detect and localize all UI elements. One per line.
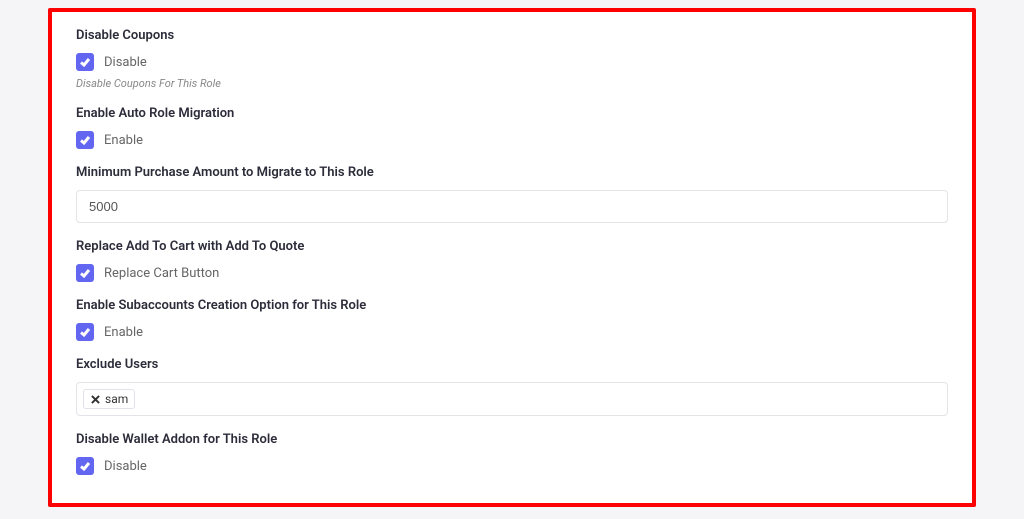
- field-title: Minimum Purchase Amount to Migrate to Th…: [76, 165, 948, 180]
- field-title: Enable Auto Role Migration: [76, 106, 948, 121]
- checkbox-row: Replace Cart Button: [76, 264, 948, 282]
- check-icon: [79, 326, 91, 338]
- check-icon: [79, 460, 91, 472]
- field-title: Disable Coupons: [76, 28, 948, 43]
- close-icon: [91, 395, 100, 404]
- exclude-users-input[interactable]: sam: [76, 382, 948, 416]
- disable-coupons-checkbox[interactable]: [76, 53, 94, 71]
- tag-label: sam: [105, 392, 128, 406]
- checkbox-label: Disable: [104, 55, 147, 70]
- checkbox-row: Enable: [76, 323, 948, 341]
- settings-panel: Disable Coupons Disable Disable Coupons …: [48, 8, 976, 507]
- checkbox-label: Enable: [104, 325, 143, 340]
- checkbox-row: Disable: [76, 457, 948, 475]
- user-tag: sam: [83, 389, 135, 409]
- checkbox-label: Replace Cart Button: [104, 266, 219, 281]
- field-disable-coupons: Disable Coupons Disable Disable Coupons …: [76, 28, 948, 90]
- checkbox-row: Enable: [76, 131, 948, 149]
- checkbox-label: Enable: [104, 133, 143, 148]
- field-replace-cart: Replace Add To Cart with Add To Quote Re…: [76, 239, 948, 282]
- field-title: Replace Add To Cart with Add To Quote: [76, 239, 948, 254]
- min-purchase-input[interactable]: [76, 190, 948, 223]
- field-subaccounts: Enable Subaccounts Creation Option for T…: [76, 298, 948, 341]
- help-text: Disable Coupons For This Role: [76, 77, 948, 90]
- replace-cart-checkbox[interactable]: [76, 264, 94, 282]
- field-title: Enable Subaccounts Creation Option for T…: [76, 298, 948, 313]
- check-icon: [79, 267, 91, 279]
- field-title: Exclude Users: [76, 357, 948, 372]
- auto-role-migration-checkbox[interactable]: [76, 131, 94, 149]
- checkbox-row: Disable: [76, 53, 948, 71]
- subaccounts-checkbox[interactable]: [76, 323, 94, 341]
- checkbox-label: Disable: [104, 459, 147, 474]
- check-icon: [79, 134, 91, 146]
- field-exclude-users: Exclude Users sam: [76, 357, 948, 416]
- check-icon: [79, 56, 91, 68]
- disable-wallet-checkbox[interactable]: [76, 457, 94, 475]
- field-title: Disable Wallet Addon for This Role: [76, 432, 948, 447]
- field-auto-role-migration: Enable Auto Role Migration Enable: [76, 106, 948, 149]
- field-min-purchase: Minimum Purchase Amount to Migrate to Th…: [76, 165, 948, 223]
- remove-tag-button[interactable]: [90, 394, 100, 404]
- field-disable-wallet: Disable Wallet Addon for This Role Disab…: [76, 432, 948, 475]
